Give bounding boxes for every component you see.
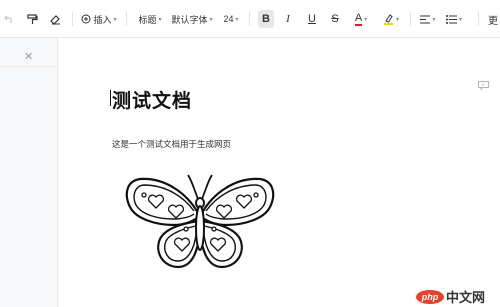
insert-label: 插入 — [93, 14, 112, 25]
list-icon — [445, 14, 457, 24]
document-title[interactable]: 测试文档 — [112, 86, 192, 113]
font-family-select[interactable]: 默认字体 ▾ — [170, 10, 214, 28]
font-size-label: 24 — [223, 14, 234, 24]
chevron-down-icon: ▾ — [458, 16, 462, 23]
highlight-button[interactable]: ▾ — [380, 10, 402, 28]
comment-icon[interactable] — [478, 77, 489, 95]
format-painter-icon[interactable] — [25, 10, 39, 28]
php-logo: php — [416, 289, 444, 304]
more-button[interactable]: 更 — [486, 10, 500, 28]
toolbar: 插入 ▾ 标题 ▾ 默认字体 ▾ 24 ▾ B I U S A ▾ ▾ ▾ ▾ … — [0, 0, 500, 38]
plus-circle-icon — [81, 14, 91, 24]
sidebar-divider — [0, 66, 58, 67]
heading-select[interactable]: 标题 ▾ — [136, 10, 164, 28]
font-family-label: 默认字体 — [171, 14, 208, 25]
underline-button[interactable]: U — [305, 10, 319, 28]
highlighter-icon — [383, 14, 393, 25]
heading-label: 标题 — [138, 14, 157, 25]
toolbar-divider — [249, 12, 250, 26]
chevron-down-icon: ▾ — [158, 16, 162, 23]
watermark: php 中文网 — [416, 287, 485, 306]
chevron-down-icon: ▾ — [432, 16, 436, 23]
font-color-icon: A — [354, 11, 363, 26]
chevron-down-icon: ▾ — [113, 16, 117, 23]
chevron-down-icon: ▾ — [364, 16, 368, 23]
text-cursor — [110, 90, 111, 106]
butterfly-image[interactable] — [122, 173, 278, 278]
font-color-button[interactable]: A ▾ — [350, 10, 372, 28]
watermark-text: 中文网 — [446, 290, 486, 305]
align-left-icon — [420, 14, 431, 24]
eraser-icon[interactable] — [48, 10, 62, 28]
toolbar-divider — [72, 12, 73, 26]
toolbar-divider — [410, 12, 411, 26]
chevron-down-icon: ▾ — [209, 16, 213, 23]
toolbar-divider — [478, 12, 479, 26]
chevron-down-icon: ▾ — [395, 16, 399, 23]
toolbar-divider — [126, 12, 127, 26]
document-body-text[interactable]: 这是一个测试文档用于生成网页 — [112, 138, 231, 150]
list-button[interactable]: ▾ — [444, 10, 464, 28]
undo-icon[interactable] — [2, 10, 16, 28]
font-size-select[interactable]: 24 ▾ — [219, 10, 243, 28]
chevron-down-icon: ▾ — [235, 16, 239, 23]
close-icon[interactable]: ✕ — [24, 50, 33, 63]
italic-button[interactable]: I — [281, 10, 295, 28]
strikethrough-button[interactable]: S — [328, 10, 342, 28]
bold-button[interactable]: B — [258, 10, 274, 28]
sidebar: ✕ — [0, 38, 58, 307]
insert-button[interactable]: 插入 ▾ — [80, 10, 118, 28]
align-button[interactable]: ▾ — [418, 10, 438, 28]
